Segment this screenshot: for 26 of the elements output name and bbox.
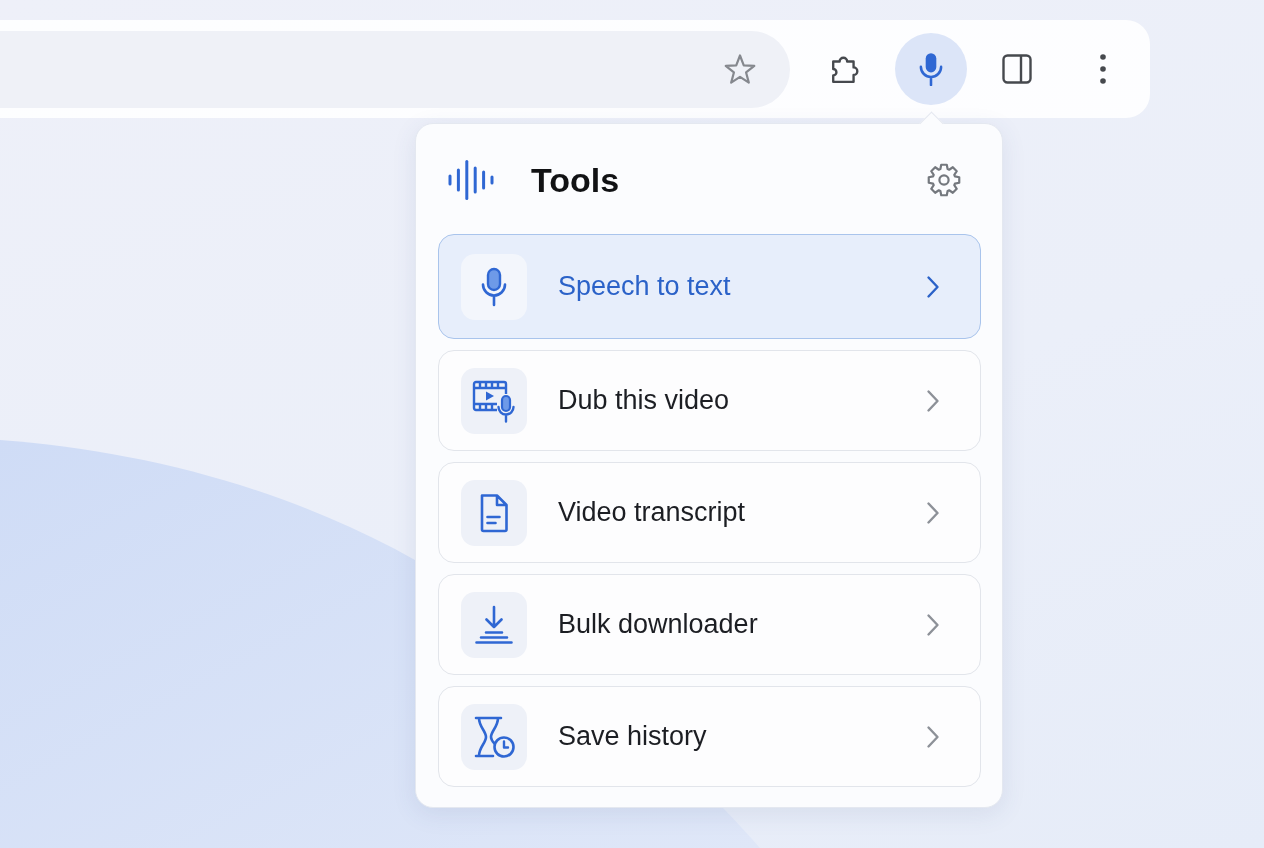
download-icon [461,591,527,658]
hourglass-clock-icon [461,703,527,770]
chevron-icon [926,274,940,299]
chevron-icon [926,612,940,637]
tool-item[interactable]: Video transcript [438,462,981,563]
chevron-icon [926,500,940,525]
puzzle-icon [829,54,861,84]
bookmark-button[interactable] [724,53,756,85]
chevron-icon [926,724,940,749]
tool-item[interactable]: Bulk downloader [438,574,981,675]
menu-icon [1100,54,1106,84]
tool-item[interactable]: Dub this video [438,350,981,451]
settings-button[interactable] [927,163,961,197]
address-field[interactable] [0,30,790,108]
microphone-icon [918,52,944,86]
tool-item[interactable]: Save history [438,686,981,787]
side-panel-icon [1002,54,1032,84]
film-microphone-icon [461,367,527,434]
popup-title: Tools [531,159,620,201]
star-icon [724,53,756,85]
document-icon [461,479,527,546]
waveform-icon [448,160,494,200]
settings-icon [927,163,961,197]
tool-item[interactable]: Speech to text [438,234,981,339]
microphone-icon [461,253,527,320]
chevron-icon [926,388,940,413]
